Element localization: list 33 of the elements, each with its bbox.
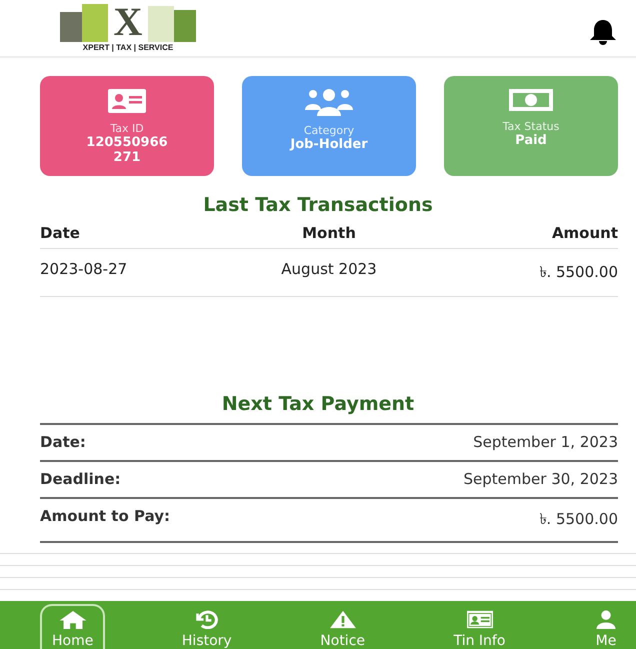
nav-tab[interactable]: Home	[40, 604, 106, 649]
banknote-icon	[508, 88, 554, 112]
payment-value: September 1, 2023	[473, 433, 618, 451]
notification-bell-icon[interactable]	[588, 18, 618, 46]
home-icon	[58, 610, 88, 629]
logo-letter: X	[112, 0, 144, 44]
card-label: Category	[304, 124, 354, 137]
table-cell-text: August 2023	[280, 260, 378, 280]
nav-tab[interactable]: Notice	[308, 604, 378, 649]
payment-value: September 30, 2023	[464, 470, 618, 488]
logo-caption: XPERT | TAX | SERVICE	[82, 43, 174, 52]
column-header: Amount	[550, 224, 618, 242]
nav-tab[interactable]: Me	[582, 604, 630, 649]
column-header: Date	[40, 224, 81, 242]
table-cell-text: 2023-08-27	[40, 260, 128, 280]
nav-tab[interactable]: History	[170, 604, 244, 649]
column-header: Month	[301, 224, 357, 242]
card-label: Tax Status	[502, 120, 560, 133]
card-label: Tax ID	[110, 122, 144, 135]
section-title: Last Tax Transactions	[202, 194, 434, 216]
card-value: Job-Holder	[290, 137, 368, 152]
person-icon	[594, 610, 618, 629]
payment-label: Amount to Pay:	[40, 507, 170, 527]
nav-tab[interactable]: Tin Info	[442, 604, 518, 649]
payment-label: Deadline:	[40, 470, 121, 488]
payment-label: Date:	[40, 433, 86, 451]
table-cell-text: ৳. 5500.00	[538, 262, 618, 283]
section-title: Next Tax Payment	[220, 393, 416, 415]
id-card-icon	[107, 88, 147, 114]
card-value: 120550966 271	[86, 135, 168, 165]
card-value: Paid	[515, 133, 547, 148]
payment-value: ৳. 5500.00	[539, 509, 618, 530]
people-icon	[303, 88, 355, 116]
